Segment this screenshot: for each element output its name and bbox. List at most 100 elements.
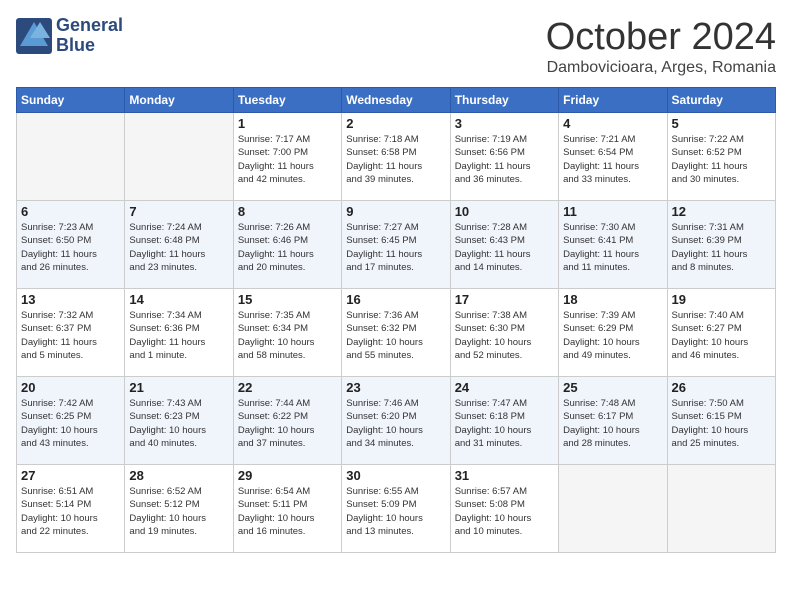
calendar-week-row: 1Sunrise: 7:17 AM Sunset: 7:00 PM Daylig… (17, 113, 776, 201)
day-number: 3 (455, 116, 554, 131)
calendar-week-row: 13 Sunrise: 7:32 AM Sunset: 6:37 PM Dayli… (17, 289, 776, 377)
calendar-cell: 6 Sunrise: 7:23 AM Sunset: 6:50 PM Daylig… (17, 201, 125, 289)
day-info: Sunrise: 7:40 AM Sunset: 6:27 PM Dayligh… (672, 309, 771, 362)
calendar-cell: 22 Sunrise: 7:44 AM Sunset: 6:22 PM Dayli… (233, 377, 341, 465)
day-info: Sunrise: 7:42 AM Sunset: 6:25 PM Dayligh… (21, 397, 120, 450)
day-info: Sunrise: 7:30 AM Sunset: 6:41 PM Dayligh… (563, 221, 662, 274)
day-info: Sunrise: 7:23 AM Sunset: 6:50 PM Dayligh… (21, 221, 120, 274)
day-number: 17 (455, 292, 554, 307)
calendar-cell: 7 Sunrise: 7:24 AM Sunset: 6:48 PM Daylig… (125, 201, 233, 289)
day-number: 13 (21, 292, 120, 307)
calendar-cell: 14Sunrise: 7:34 AM Sunset: 6:36 PM Dayli… (125, 289, 233, 377)
day-number: 23 (346, 380, 445, 395)
day-number: 20 (21, 380, 120, 395)
day-info: Sunrise: 7:24 AM Sunset: 6:48 PM Dayligh… (129, 221, 228, 274)
calendar-cell: 31Sunrise: 6:57 AM Sunset: 5:08 PM Dayli… (450, 465, 558, 553)
column-header-saturday: Saturday (667, 88, 775, 113)
day-info: Sunrise: 7:26 AM Sunset: 6:46 PM Dayligh… (238, 221, 337, 274)
calendar-cell: 21 Sunrise: 7:43 AM Sunset: 6:23 PM Dayli… (125, 377, 233, 465)
calendar-cell: 26Sunrise: 7:50 AM Sunset: 6:15 PM Dayli… (667, 377, 775, 465)
calendar-cell: 29 Sunrise: 6:54 AM Sunset: 5:11 PM Dayli… (233, 465, 341, 553)
day-number: 8 (238, 204, 337, 219)
calendar-table: SundayMondayTuesdayWednesdayThursdayFrid… (16, 87, 776, 553)
day-info: Sunrise: 7:28 AM Sunset: 6:43 PM Dayligh… (455, 221, 554, 274)
calendar-cell: 9 Sunrise: 7:27 AM Sunset: 6:45 PM Daylig… (342, 201, 450, 289)
calendar-cell: 15Sunrise: 7:35 AM Sunset: 6:34 PM Dayli… (233, 289, 341, 377)
calendar-week-row: 27 Sunrise: 6:51 AM Sunset: 5:14 PM Dayli… (17, 465, 776, 553)
day-number: 11 (563, 204, 662, 219)
day-info: Sunrise: 7:47 AM Sunset: 6:18 PM Dayligh… (455, 397, 554, 450)
day-number: 30 (346, 468, 445, 483)
column-header-monday: Monday (125, 88, 233, 113)
day-number: 14 (129, 292, 228, 307)
day-info: Sunrise: 7:19 AM Sunset: 6:56 PM Dayligh… (455, 133, 554, 186)
calendar-cell: 13 Sunrise: 7:32 AM Sunset: 6:37 PM Dayli… (17, 289, 125, 377)
day-number: 24 (455, 380, 554, 395)
calendar-cell: 12 Sunrise: 7:31 AM Sunset: 6:39 PM Dayli… (667, 201, 775, 289)
calendar-cell (559, 465, 667, 553)
day-number: 29 (238, 468, 337, 483)
day-info: Sunrise: 7:32 AM Sunset: 6:37 PM Dayligh… (21, 309, 120, 362)
day-info: Sunrise: 6:51 AM Sunset: 5:14 PM Dayligh… (21, 485, 120, 538)
column-header-sunday: Sunday (17, 88, 125, 113)
day-info: Sunrise: 7:50 AM Sunset: 6:15 PM Dayligh… (672, 397, 771, 450)
calendar-week-row: 6 Sunrise: 7:23 AM Sunset: 6:50 PM Daylig… (17, 201, 776, 289)
day-number: 12 (672, 204, 771, 219)
day-number: 9 (346, 204, 445, 219)
logo: General Blue (16, 16, 123, 56)
day-info: Sunrise: 6:52 AM Sunset: 5:12 PM Dayligh… (129, 485, 228, 538)
day-number: 6 (21, 204, 120, 219)
day-info: Sunrise: 7:39 AM Sunset: 6:29 PM Dayligh… (563, 309, 662, 362)
calendar-cell: 3 Sunrise: 7:19 AM Sunset: 6:56 PM Daylig… (450, 113, 558, 201)
title-block: October 2024 Dambovicioara, Arges, Roman… (546, 16, 776, 77)
column-header-tuesday: Tuesday (233, 88, 341, 113)
day-number: 5 (672, 116, 771, 131)
day-info: Sunrise: 7:44 AM Sunset: 6:22 PM Dayligh… (238, 397, 337, 450)
day-info: Sunrise: 7:31 AM Sunset: 6:39 PM Dayligh… (672, 221, 771, 274)
calendar-cell (17, 113, 125, 201)
day-info: Sunrise: 7:43 AM Sunset: 6:23 PM Dayligh… (129, 397, 228, 450)
day-number: 21 (129, 380, 228, 395)
day-number: 7 (129, 204, 228, 219)
logo-icon (16, 18, 52, 54)
calendar-cell: 11 Sunrise: 7:30 AM Sunset: 6:41 PM Dayli… (559, 201, 667, 289)
calendar-cell (667, 465, 775, 553)
day-number: 2 (346, 116, 445, 131)
calendar-cell: 20 Sunrise: 7:42 AM Sunset: 6:25 PM Dayli… (17, 377, 125, 465)
page-header: General Blue October 2024 Dambovicioara,… (16, 16, 776, 77)
day-info: Sunrise: 7:38 AM Sunset: 6:30 PM Dayligh… (455, 309, 554, 362)
day-info: Sunrise: 7:21 AM Sunset: 6:54 PM Dayligh… (563, 133, 662, 186)
day-number: 28 (129, 468, 228, 483)
logo-line2: Blue (56, 36, 123, 56)
day-info: Sunrise: 7:48 AM Sunset: 6:17 PM Dayligh… (563, 397, 662, 450)
column-header-wednesday: Wednesday (342, 88, 450, 113)
day-number: 18 (563, 292, 662, 307)
day-number: 27 (21, 468, 120, 483)
day-number: 10 (455, 204, 554, 219)
logo-text: General Blue (56, 16, 123, 56)
day-info: Sunrise: 7:27 AM Sunset: 6:45 PM Dayligh… (346, 221, 445, 274)
day-number: 19 (672, 292, 771, 307)
calendar-cell: 23Sunrise: 7:46 AM Sunset: 6:20 PM Dayli… (342, 377, 450, 465)
day-info: Sunrise: 6:54 AM Sunset: 5:11 PM Dayligh… (238, 485, 337, 538)
calendar-cell: 19 Sunrise: 7:40 AM Sunset: 6:27 PM Dayli… (667, 289, 775, 377)
day-number: 25 (563, 380, 662, 395)
calendar-cell: 17 Sunrise: 7:38 AM Sunset: 6:30 PM Dayli… (450, 289, 558, 377)
day-info: Sunrise: 7:17 AM Sunset: 7:00 PM Dayligh… (238, 133, 337, 186)
calendar-cell: 18 Sunrise: 7:39 AM Sunset: 6:29 PM Dayli… (559, 289, 667, 377)
calendar-cell: 4Sunrise: 7:21 AM Sunset: 6:54 PM Daylig… (559, 113, 667, 201)
month-title: October 2024 (546, 16, 776, 59)
day-info: Sunrise: 7:35 AM Sunset: 6:34 PM Dayligh… (238, 309, 337, 362)
calendar-cell (125, 113, 233, 201)
day-number: 16 (346, 292, 445, 307)
calendar-cell: 27 Sunrise: 6:51 AM Sunset: 5:14 PM Dayli… (17, 465, 125, 553)
day-info: Sunrise: 7:22 AM Sunset: 6:52 PM Dayligh… (672, 133, 771, 186)
calendar-cell: 5 Sunrise: 7:22 AM Sunset: 6:52 PM Daylig… (667, 113, 775, 201)
day-info: Sunrise: 7:18 AM Sunset: 6:58 PM Dayligh… (346, 133, 445, 186)
day-number: 22 (238, 380, 337, 395)
location: Dambovicioara, Arges, Romania (546, 59, 776, 77)
calendar-cell: 8 Sunrise: 7:26 AM Sunset: 6:46 PM Daylig… (233, 201, 341, 289)
column-header-friday: Friday (559, 88, 667, 113)
calendar-cell: 25 Sunrise: 7:48 AM Sunset: 6:17 PM Dayli… (559, 377, 667, 465)
logo-line1: General (56, 16, 123, 36)
